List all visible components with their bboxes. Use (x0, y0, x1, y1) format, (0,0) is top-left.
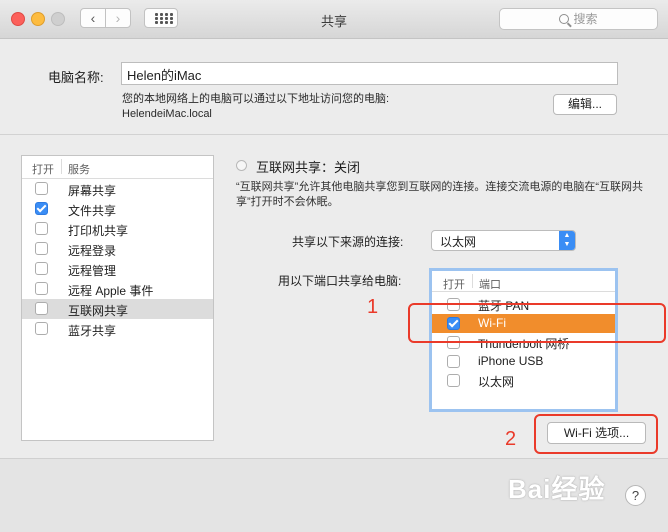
service-checkbox[interactable] (35, 242, 48, 255)
column-header-port[interactable]: 端口 (479, 276, 501, 292)
service-label: 打印机共享 (68, 224, 129, 238)
internet-sharing-status: 互联网共享：关闭 (256, 160, 361, 175)
edit-button[interactable]: 编辑... (553, 94, 617, 115)
service-row[interactable]: 互联网共享 (22, 299, 213, 319)
port-list-header: 打开 端口 (432, 271, 615, 292)
service-list-header: 打开 服务 (22, 156, 213, 179)
local-address-info: 您的本地网络上的电脑可以通过以下地址访问您的电脑: HelendeiMac.lo… (122, 92, 389, 122)
divider (0, 134, 668, 135)
computer-name-label: 电脑名称: (48, 70, 104, 85)
local-hostname: HelendeiMac.local (122, 108, 212, 120)
service-checkbox[interactable] (35, 182, 48, 195)
port-checkbox[interactable] (447, 374, 460, 387)
search-placeholder: 搜索 (573, 12, 598, 26)
service-row[interactable]: 打印机共享 (22, 219, 213, 239)
computer-name-input[interactable]: Helen的iMac (121, 62, 618, 85)
column-header-on[interactable]: 打开 (443, 276, 465, 292)
annotation-number-2: 2 (505, 428, 517, 450)
internet-sharing-description: “互联网共享”允许其他电脑共享您到互联网的连接。连接交流电源的电脑在“互联网共享… (236, 181, 643, 208)
service-label: 蓝牙共享 (68, 324, 117, 338)
service-row[interactable]: 文件共享 (22, 199, 213, 219)
search-field[interactable]: 搜索 (499, 8, 658, 30)
port-checkbox[interactable] (447, 355, 460, 368)
help-button[interactable]: ? (625, 485, 646, 506)
address-description: 您的本地网络上的电脑可以通过以下地址访问您的电脑: (122, 93, 390, 105)
port-label: iPhone USB (478, 354, 544, 368)
service-checkbox[interactable] (35, 282, 48, 295)
service-checkbox[interactable] (35, 222, 48, 235)
service-checkbox[interactable] (35, 302, 48, 315)
service-row[interactable]: 远程 Apple 事件 (22, 279, 213, 299)
search-icon (559, 14, 570, 24)
annotation-box-wifi-options (534, 414, 658, 454)
service-label: 互联网共享 (68, 304, 129, 318)
column-header-service[interactable]: 服务 (68, 161, 90, 177)
port-label: 以太网 (478, 375, 515, 389)
service-label: 远程 Apple 事件 (68, 284, 154, 298)
service-checkbox[interactable] (35, 322, 48, 335)
service-label: 屏幕共享 (68, 184, 117, 198)
share-source-select[interactable]: 以太网 ▲ ▼ (431, 230, 576, 251)
service-row[interactable]: 远程管理 (22, 259, 213, 279)
service-label: 文件共享 (68, 204, 117, 218)
service-row[interactable]: 远程登录 (22, 239, 213, 259)
internet-sharing-status-indicator (236, 160, 247, 171)
service-label: 远程登录 (68, 244, 117, 258)
port-row[interactable]: iPhone USB (432, 352, 615, 371)
column-header-on[interactable]: 打开 (32, 161, 54, 177)
share-source-label: 共享以下来源的连接: (292, 235, 404, 249)
share-ports-label: 用以下端口共享给电脑: (278, 274, 402, 288)
share-source-value: 以太网 (440, 235, 477, 249)
service-checkbox[interactable] (35, 202, 48, 215)
service-checkbox[interactable] (35, 262, 48, 275)
service-row[interactable]: 蓝牙共享 (22, 319, 213, 339)
service-label: 远程管理 (68, 264, 117, 278)
annotation-box-wifi (408, 303, 666, 343)
annotation-number-1: 1 (367, 296, 379, 318)
service-row[interactable]: 屏幕共享 (22, 179, 213, 199)
watermark: Bai经验 (508, 474, 606, 504)
service-list[interactable]: 打开 服务 屏幕共享文件共享打印机共享远程登录远程管理远程 Apple 事件 互联… (21, 155, 214, 441)
updown-chevron-icon: ▲ ▼ (559, 231, 575, 250)
port-row[interactable]: 以太网 (432, 371, 615, 390)
